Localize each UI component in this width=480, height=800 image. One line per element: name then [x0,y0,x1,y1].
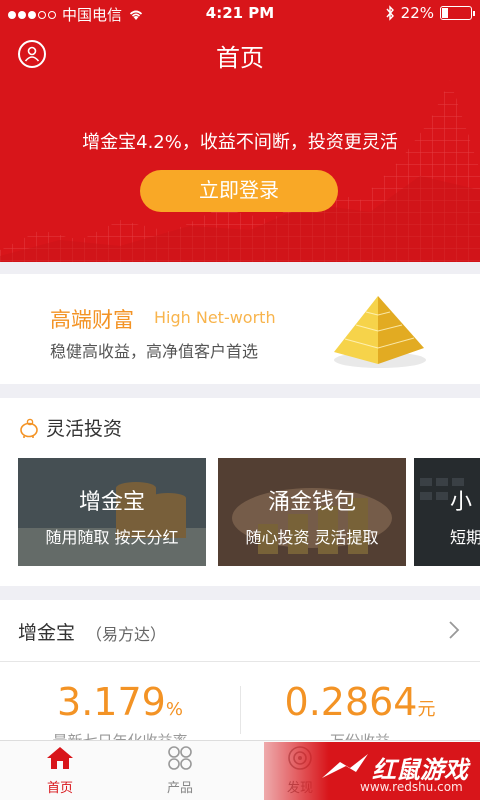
grid-icon [168,746,192,770]
tab-home[interactable]: 首页 [0,745,120,796]
piggy-bank-icon [20,418,38,438]
card-yongjin-wallet[interactable]: 涌金钱包 随心投资 灵活提取 [218,458,406,566]
status-bar: 中国电信 4:21 PM 22% [0,0,480,28]
hnw-title: 高端财富 [50,308,134,332]
card-name: 小 [450,490,473,515]
high-net-worth-card[interactable]: 高端财富 High Net-worth 稳健高收益，高净值客户首选 [0,274,480,384]
stat-yield: 3.179% [0,680,240,724]
promo-banner: 增金宝4.2%，收益不间断，投资更灵活 立即登录 [0,80,480,262]
stat-unit: % [165,699,183,720]
watermark-url: www.redshu.com [360,780,463,794]
product-provider: （易方达） [86,625,167,644]
banner-slogan: 增金宝4.2%，收益不间断，投资更灵活 [82,132,398,153]
tab-products[interactable]: 产品 [120,745,240,796]
nav-bar: 首页 [0,28,480,80]
gold-pyramid-icon [334,296,426,368]
stat-unit: 元 [417,699,436,720]
card-desc: 短期 [450,528,480,547]
product-row[interactable]: 增金宝 （易方达） [0,600,480,662]
hnw-title-en: High Net-worth [154,308,276,327]
stat-earnings: 0.2864元 [240,680,480,724]
card-name: 涌金钱包 [267,490,356,515]
tab-label: 产品 [166,781,193,796]
card-name: 增金宝 [78,490,145,515]
flexible-heading-label: 灵活投资 [46,418,123,440]
battery-percent: 22% [400,4,434,22]
battery-icon [440,6,475,20]
status-right: 22% [385,4,475,22]
page-title: 首页 [216,44,264,72]
card-partial[interactable]: 小 短期 [414,458,480,566]
watermark: 红鼠游戏 www.redshu.com [264,742,480,800]
card-desc: 随心投资 灵活提取 [245,528,379,547]
stat-value: 3.179 [57,680,166,724]
flexible-investment-section: 灵活投资 增金宝 随用随取 按天分红 涌金钱包 随心投资 灵活提取 小 短期 [0,398,480,586]
card-zengjinbao[interactable]: 增金宝 随用随取 按天分红 [18,458,206,566]
login-button[interactable]: 立即登录 [140,170,338,212]
home-icon [47,747,73,769]
hnw-subtitle: 稳健高收益，高净值客户首选 [50,342,259,361]
product-name: 增金宝 [18,622,76,644]
chevron-right-icon [449,621,460,639]
flexible-heading: 灵活投资 [18,414,122,441]
watermark-logo-icon [322,754,368,778]
tab-label: 首页 [46,781,73,796]
card-desc: 随用随取 按天分红 [45,528,179,547]
bluetooth-icon [386,5,394,21]
stat-value: 0.2864 [284,680,418,724]
